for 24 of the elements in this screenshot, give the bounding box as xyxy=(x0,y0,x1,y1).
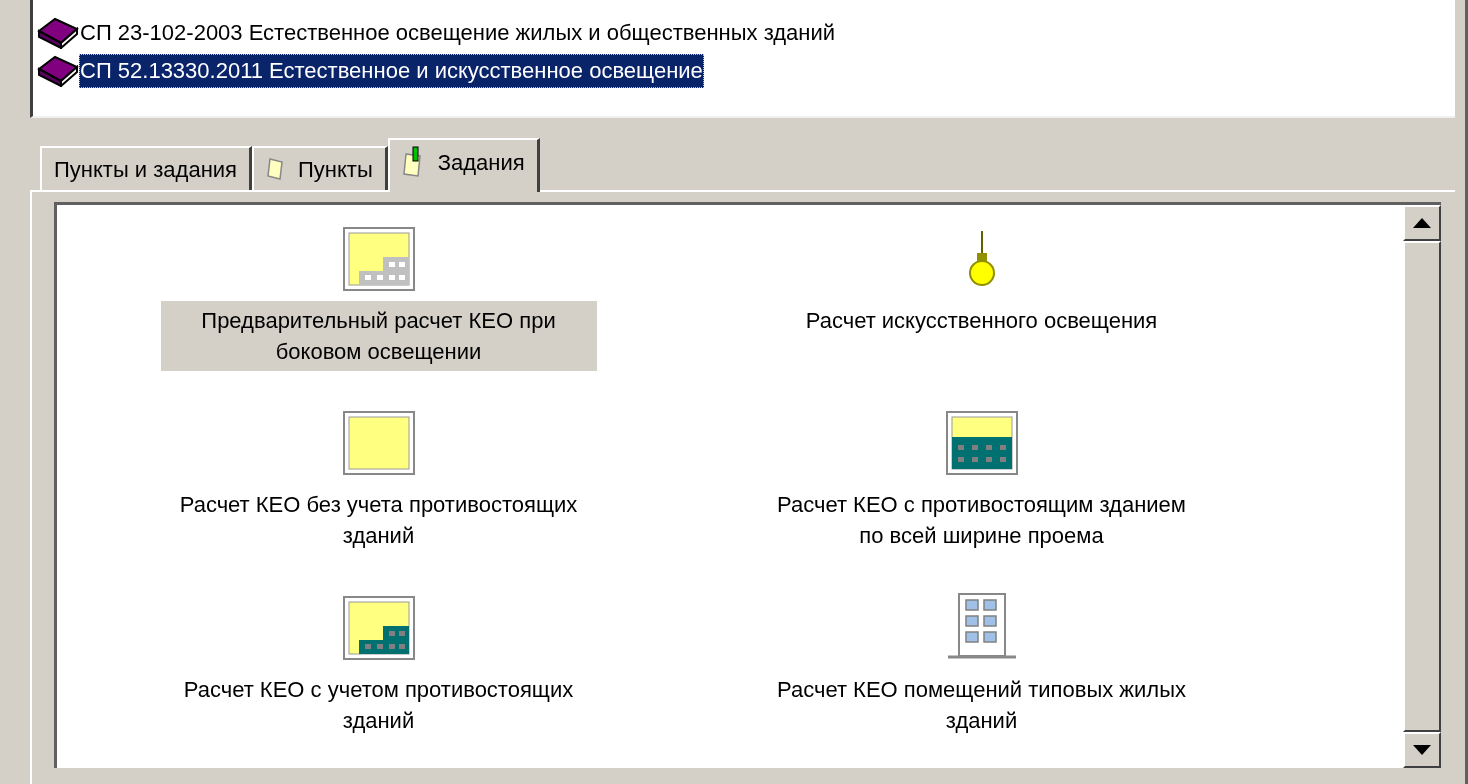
window-icon xyxy=(342,595,415,660)
task-label[interactable]: Расчет КЕО с учетом противостоящих зданий xyxy=(160,669,597,740)
window-icon xyxy=(342,227,415,291)
document-item[interactable]: СП 52.13330.2011 Естественное и искусственное освещение xyxy=(79,54,704,88)
building-icon xyxy=(945,591,1018,660)
scroll-down-button[interactable] xyxy=(1403,732,1441,768)
task-label[interactable]: Расчет КЕО помещений типовых жилых зданий xyxy=(763,669,1200,740)
scroll-up-button[interactable] xyxy=(1403,205,1441,241)
tab[interactable]: Пункты и задания xyxy=(40,146,252,190)
up-arrow-icon xyxy=(1413,218,1431,228)
window-icon xyxy=(945,411,1018,476)
task-label[interactable]: Расчет искусственного освещения xyxy=(763,301,1200,340)
book-icon xyxy=(37,55,79,87)
task-label[interactable]: Расчет КЕО с противостоящим зданием по всей ширине проема xyxy=(763,485,1200,556)
book-icon xyxy=(37,17,79,49)
note-icon xyxy=(266,156,286,182)
document-item[interactable]: СП 23-102-2003 Естественное освещение жилых и общественных зданий xyxy=(79,16,837,50)
tab[interactable]: Задания xyxy=(387,138,540,192)
window-icon xyxy=(342,411,415,476)
task-label[interactable]: Расчет КЕО без учета противостоящих зданий xyxy=(160,485,597,556)
tab[interactable]: Пункты xyxy=(252,146,388,190)
scrollbar[interactable] xyxy=(1403,205,1441,768)
task-label[interactable]: Предварительный расчет КЕО при боковом освещении xyxy=(160,301,597,371)
down-arrow-icon xyxy=(1413,745,1431,755)
